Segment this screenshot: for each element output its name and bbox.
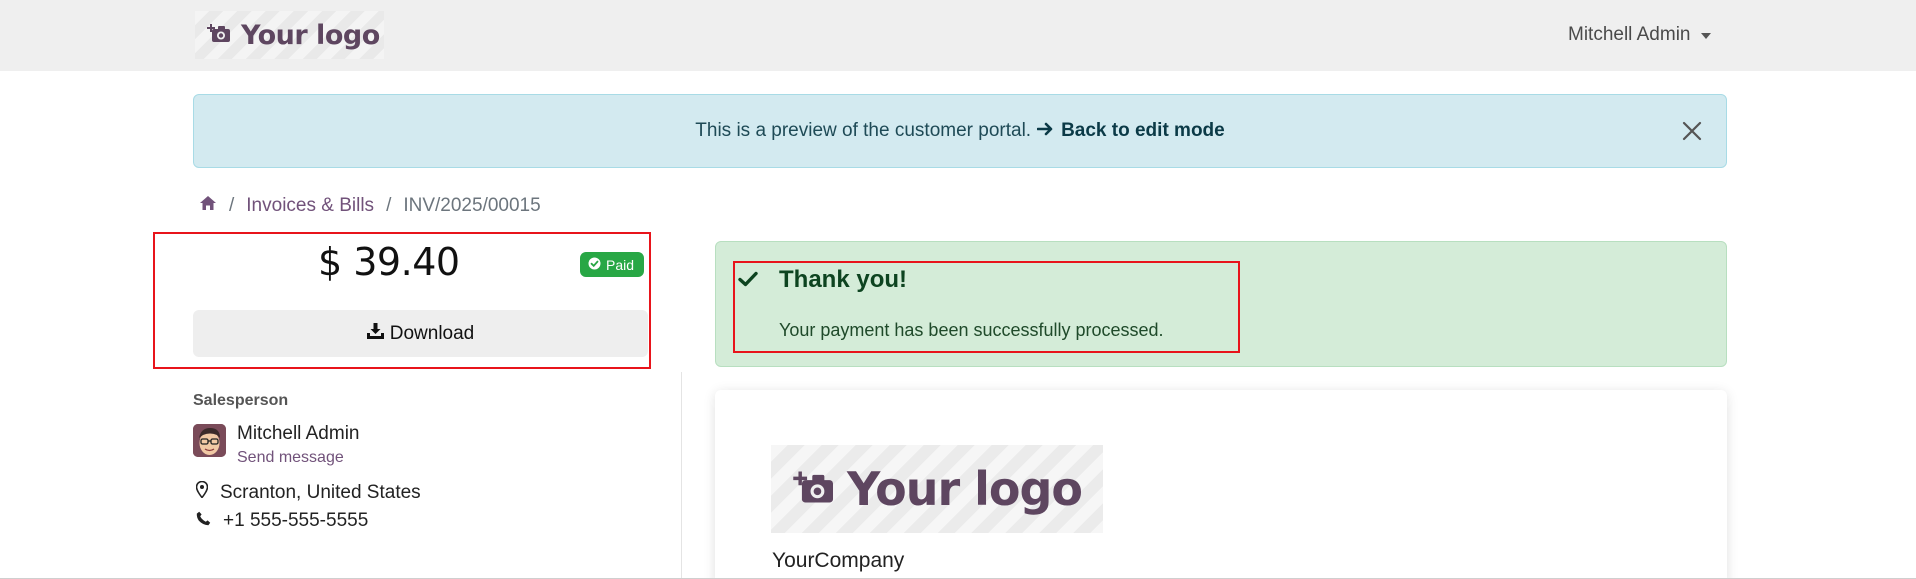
salesperson-phone: +1 555-555-5555 <box>196 510 368 532</box>
breadcrumb-separator: / <box>386 195 392 216</box>
download-icon <box>366 322 384 345</box>
arrow-right-icon <box>1036 120 1055 142</box>
breadcrumb-separator: / <box>229 195 235 216</box>
column-divider <box>681 372 682 579</box>
caret-down-icon <box>1700 33 1711 39</box>
payment-success-message: Your payment has been successfully proce… <box>779 320 1164 340</box>
avatar <box>193 424 226 457</box>
status-badge-label: Paid <box>606 256 635 273</box>
check-circle-icon <box>588 257 601 273</box>
site-logo[interactable]: Your logo <box>195 11 384 59</box>
invoice-amount: $ 39.40 <box>318 240 460 284</box>
download-button-label: Download <box>389 322 475 344</box>
salesperson-name: Mitchell Admin <box>237 423 360 444</box>
breadcrumb-invoices-link[interactable]: Invoices & Bills <box>246 195 374 217</box>
back-to-edit-link[interactable]: Back to edit mode <box>1061 120 1225 142</box>
home-icon[interactable] <box>199 195 217 217</box>
camera-plus-icon <box>793 468 835 511</box>
check-icon <box>738 271 758 292</box>
user-menu-name: Mitchell Admin <box>1568 24 1691 45</box>
status-badge: Paid <box>580 252 645 277</box>
banner-text: This is a preview of the customer portal… <box>695 120 1032 141</box>
close-icon[interactable] <box>1678 117 1706 145</box>
salesperson-location: Scranton, United States <box>195 480 421 504</box>
breadcrumb-current: INV/2025/00015 <box>403 195 541 216</box>
salesperson-heading: Salesperson <box>193 392 289 409</box>
send-message-link[interactable]: Send message <box>237 449 344 467</box>
phone-text: +1 555-555-5555 <box>223 510 369 531</box>
breadcrumb: / Invoices & Bills / INV/2025/00015 <box>199 195 541 217</box>
thank-you-title: Thank you! <box>779 266 908 293</box>
location-text: Scranton, United States <box>220 481 421 503</box>
preview-banner: This is a preview of the customer portal… <box>193 94 1727 168</box>
logo-text: Your logo <box>241 19 380 51</box>
top-navbar: Your logo Mitchell Admin <box>0 0 1916 71</box>
user-menu-dropdown[interactable]: Mitchell Admin <box>1568 24 1711 46</box>
download-button[interactable]: Download <box>193 310 648 357</box>
document-logo: Your logo <box>771 445 1103 533</box>
phone-icon <box>196 510 211 532</box>
camera-plus-icon <box>207 22 231 49</box>
document-logo-text: Your logo <box>847 462 1083 516</box>
map-marker-icon <box>195 480 209 504</box>
company-name: YourCompany <box>772 549 905 572</box>
